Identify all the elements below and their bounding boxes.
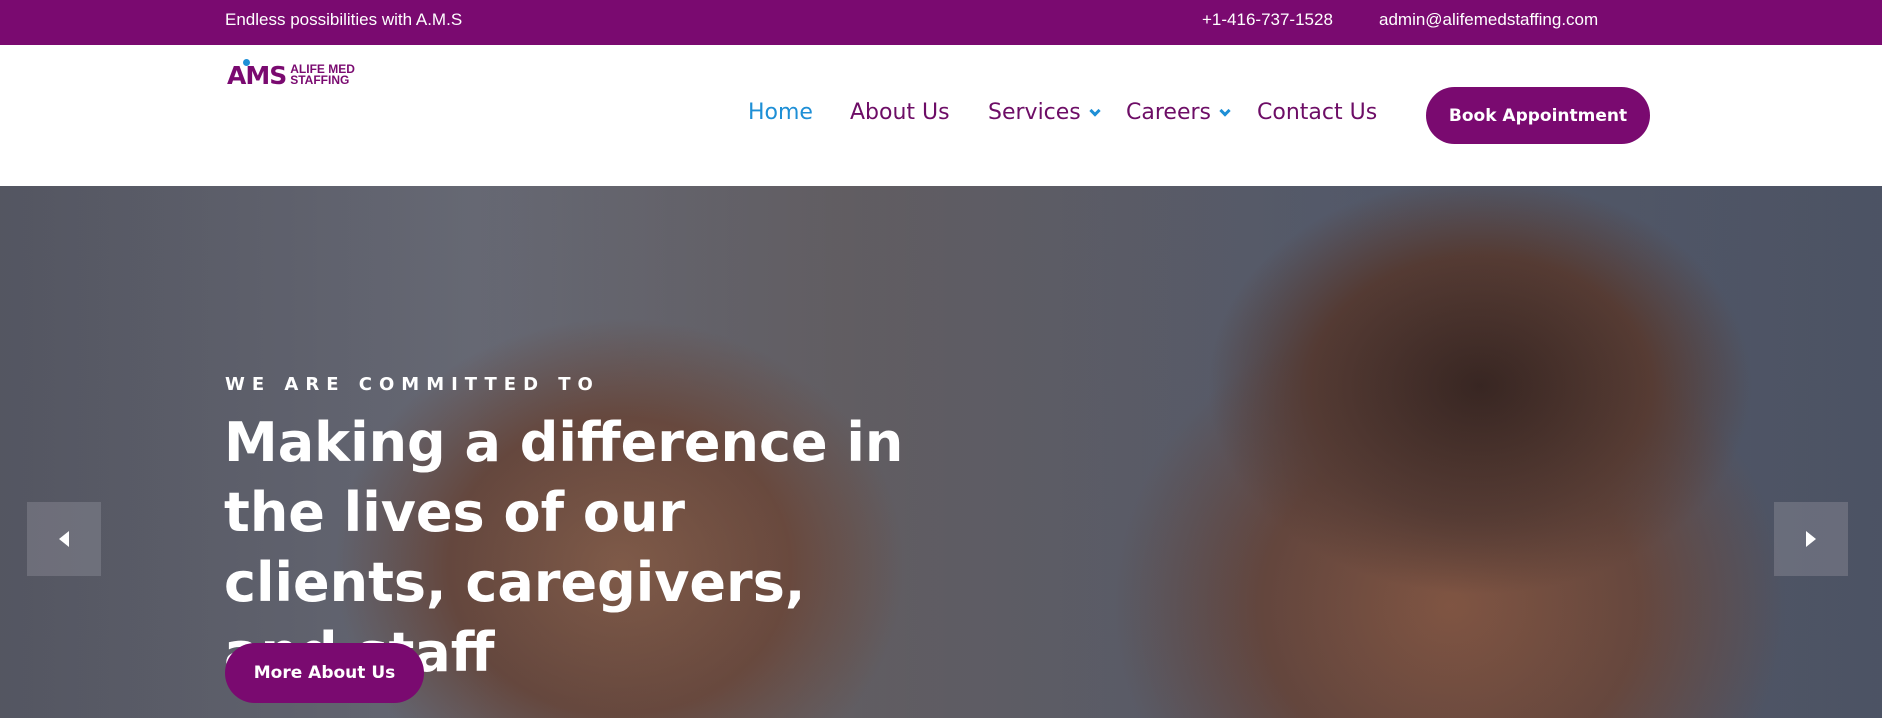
site-logo[interactable]: AMS ALIFE MED STAFFING bbox=[227, 58, 367, 90]
nav-about-us-label: About Us bbox=[850, 100, 950, 125]
nav-contact-us-label: Contact Us bbox=[1257, 100, 1378, 125]
caret-left-icon bbox=[59, 531, 69, 547]
logo-line-2: STAFFING bbox=[290, 73, 350, 87]
nav-about-us[interactable]: About Us bbox=[850, 100, 950, 125]
slider-next-button[interactable] bbox=[1774, 502, 1848, 576]
hero-kicker: WE ARE COMMITTED TO bbox=[225, 374, 600, 395]
logo-mark: AMS bbox=[227, 58, 287, 90]
chevron-down-icon bbox=[1219, 104, 1231, 117]
hero-slider: WE ARE COMMITTED TO Making a difference … bbox=[0, 186, 1882, 718]
email-link[interactable]: admin@alifemedstaffing.com bbox=[1379, 10, 1598, 30]
caret-right-icon bbox=[1806, 531, 1816, 547]
nav-careers[interactable]: Careers bbox=[1126, 100, 1231, 125]
nav-careers-label: Careers bbox=[1126, 100, 1211, 125]
nav-home-label: Home bbox=[748, 100, 813, 125]
nav-contact-us[interactable]: Contact Us bbox=[1257, 100, 1377, 125]
nav-services[interactable]: Services bbox=[988, 100, 1101, 125]
phone-link[interactable]: +1-416-737-1528 bbox=[1202, 10, 1333, 30]
book-appointment-button[interactable]: Book Appointment bbox=[1426, 87, 1650, 144]
tagline: Endless possibilities with A.M.S bbox=[225, 10, 463, 29]
nav-services-label: Services bbox=[988, 100, 1081, 125]
nav-home[interactable]: Home bbox=[748, 100, 813, 125]
slider-prev-button[interactable] bbox=[27, 502, 101, 576]
chevron-down-icon bbox=[1089, 104, 1101, 117]
logo-dot-icon bbox=[243, 58, 250, 66]
top-bar: Endless possibilities with A.M.S +1-416-… bbox=[0, 0, 1882, 45]
more-about-us-button[interactable]: More About Us bbox=[225, 643, 424, 703]
logo-text: ALIFE MED STAFFING bbox=[290, 63, 355, 87]
